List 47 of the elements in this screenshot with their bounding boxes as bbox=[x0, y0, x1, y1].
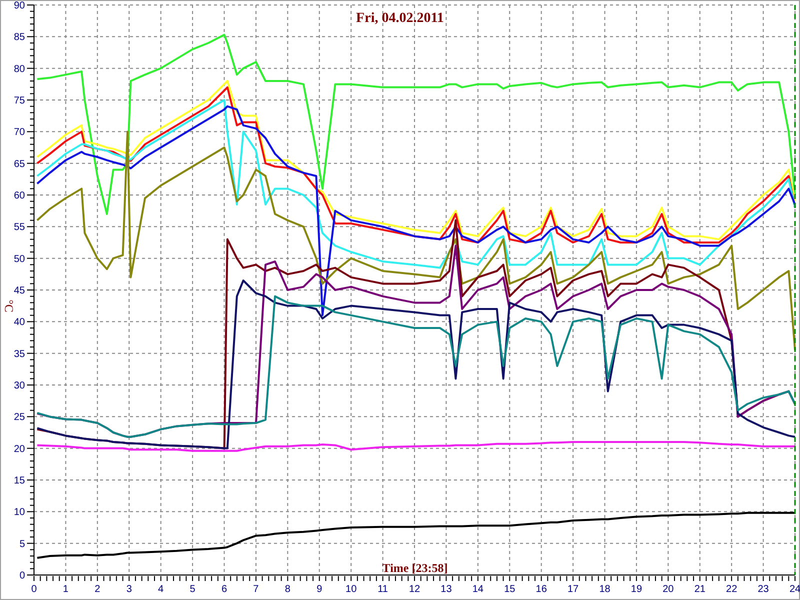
y-tick-label: 50 bbox=[14, 254, 25, 265]
x-tick-label: 24 bbox=[789, 584, 800, 595]
x-tick-label: 1 bbox=[62, 584, 68, 595]
x-tick-label: 16 bbox=[536, 584, 547, 595]
y-tick-label: 90 bbox=[14, 0, 25, 12]
y-tick-label: 25 bbox=[14, 412, 25, 424]
x-tick-label: 3 bbox=[126, 584, 132, 595]
x-tick-label: 13 bbox=[440, 584, 452, 595]
y-tick-label: 30 bbox=[14, 380, 25, 392]
x-tick-label: 7 bbox=[253, 584, 259, 595]
y-tick-label: 75 bbox=[14, 96, 25, 106]
x-tick-label: 12 bbox=[408, 584, 420, 595]
y-tick-label: 65 bbox=[14, 158, 25, 170]
y-tick-label: 20 bbox=[14, 444, 25, 455]
x-tick-label: 23 bbox=[758, 584, 769, 595]
chart-title: Fri, 04.02.2011 bbox=[356, 11, 444, 26]
x-tick-label: 0 bbox=[31, 584, 37, 595]
x-tick-label: 20 bbox=[662, 584, 674, 595]
y-axis-label: °C bbox=[2, 300, 16, 312]
y-tick-label: 15 bbox=[14, 476, 25, 486]
y-tick-label: 60 bbox=[14, 190, 25, 202]
x-tick-label: 8 bbox=[284, 584, 290, 595]
x-tick-label: 2 bbox=[94, 584, 100, 595]
y-tick-label: 85 bbox=[14, 32, 25, 44]
x-tick-label: 5 bbox=[190, 584, 196, 595]
x-tick-label: 15 bbox=[504, 584, 516, 595]
y-tick-label: 35 bbox=[14, 348, 25, 360]
x-tick-label: 9 bbox=[316, 584, 322, 595]
x-tick-label: 22 bbox=[726, 584, 738, 595]
x-tick-label: 4 bbox=[158, 584, 164, 595]
x-tick-label: 19 bbox=[630, 584, 642, 595]
x-tick-label: 10 bbox=[346, 584, 357, 595]
x-tick-label: 11 bbox=[378, 584, 388, 595]
y-tick-label: 45 bbox=[14, 286, 25, 296]
x-tick-label: 14 bbox=[472, 584, 484, 595]
x-tick-label: 17 bbox=[567, 584, 579, 595]
y-tick-label: 10 bbox=[14, 507, 25, 518]
y-tick-label: 55 bbox=[14, 222, 25, 234]
y-tick-label: 0 bbox=[19, 570, 25, 582]
x-axis-label: Time [23:58] bbox=[382, 561, 448, 575]
y-tick-label: 70 bbox=[14, 127, 25, 138]
y-tick-label: 80 bbox=[14, 64, 25, 75]
x-tick-label: 6 bbox=[221, 584, 228, 595]
y-tick-label: 5 bbox=[19, 538, 25, 550]
y-tick-label: 40 bbox=[14, 317, 25, 328]
x-tick-label: 18 bbox=[599, 584, 610, 595]
x-tick-label: 21 bbox=[694, 584, 706, 595]
